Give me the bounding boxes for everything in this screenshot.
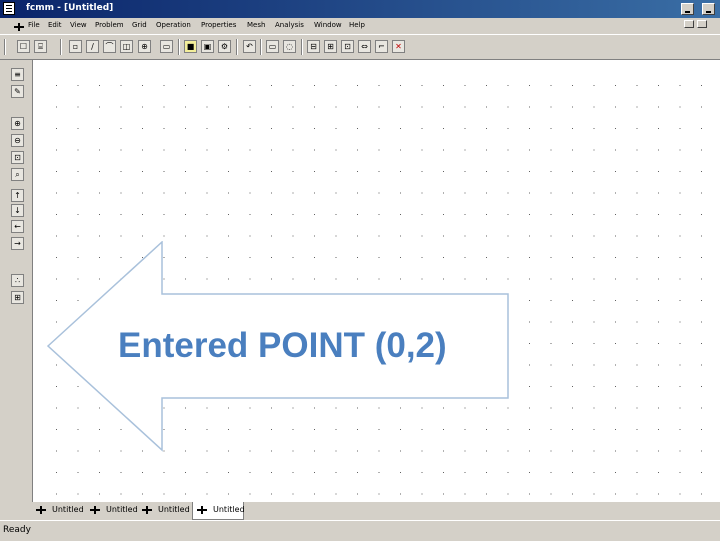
main-toolbar: ☐ ⌸ ▫ ∕ ⌒ ◫ ⊕ ▭ ■ ▣ ⚙ ↶ ▭ ◌ ⊟ ⊞ ⊡ ⇔ ⌐ ✕ xyxy=(0,34,720,60)
doc-tab-1[interactable]: Untitled xyxy=(32,502,86,518)
toolbar-button-9[interactable]: ▣ xyxy=(201,40,214,53)
mdi-restore-button[interactable] xyxy=(697,20,707,28)
toolbar-button-4[interactable]: ⌒ xyxy=(103,40,116,53)
menu-file[interactable]: File xyxy=(28,21,40,29)
tab-label: Untitled xyxy=(106,505,138,514)
window-title: fcmm - [Untitled] xyxy=(26,3,114,13)
properties-icon[interactable]: ≡ xyxy=(11,68,24,81)
toolbar-button-1[interactable]: ⌸ xyxy=(34,40,47,53)
circuit-icon: ⚙ xyxy=(220,42,229,51)
toolbar-separator xyxy=(4,39,6,55)
toolbar-button-13[interactable]: ◌ xyxy=(283,40,296,53)
zoom-window-icon[interactable]: ⌕ xyxy=(11,168,24,181)
menu-help[interactable]: Help xyxy=(349,21,365,29)
move-icon: ⊟ xyxy=(310,42,317,51)
menu-operation[interactable]: Operation xyxy=(156,21,191,29)
toolbar-button-8[interactable]: ■ xyxy=(184,40,197,53)
app-icon[interactable] xyxy=(3,2,15,15)
doc-tab-4[interactable]: Untitled xyxy=(192,502,245,520)
zoom-out-icon[interactable]: ⊖ xyxy=(11,134,24,147)
edit-icon[interactable]: ✎ xyxy=(11,85,24,98)
doc-tab-3[interactable]: Untitled xyxy=(138,502,192,518)
doc-tab-2[interactable]: Untitled xyxy=(86,502,138,518)
segment-mode-icon: ∕ xyxy=(91,42,94,51)
status-bar: Ready xyxy=(0,520,720,541)
minimize-button[interactable] xyxy=(681,3,694,15)
mirror-icon: ⇔ xyxy=(361,42,368,51)
material-icon: ■ xyxy=(186,42,195,51)
menu-view[interactable]: View xyxy=(70,21,87,29)
toolbar-separator xyxy=(260,39,262,55)
new-file-icon: ☐ xyxy=(19,42,28,51)
menu-window[interactable]: Window xyxy=(314,21,342,29)
toolbar-button-18[interactable]: ⌐ xyxy=(375,40,388,53)
toolbar-button-12[interactable]: ▭ xyxy=(266,40,279,53)
document-icon xyxy=(90,506,100,514)
tab-label: Untitled xyxy=(158,505,190,514)
group-mode-icon: ⊕ xyxy=(141,42,148,51)
undo-icon: ↶ xyxy=(246,42,253,51)
document-icon xyxy=(142,506,152,514)
title-bar: fcmm - [Untitled] xyxy=(0,0,720,18)
rectangle-icon: ▭ xyxy=(162,42,171,51)
menu-mesh[interactable]: Mesh xyxy=(247,21,265,29)
toolbar-separator xyxy=(236,39,238,55)
point-mode-icon: ▫ xyxy=(72,42,79,51)
boundary-icon: ▣ xyxy=(203,42,212,51)
toolbar-button-14[interactable]: ⊟ xyxy=(307,40,320,53)
mdi-minimize-button[interactable] xyxy=(684,20,694,28)
copy-icon: ⊞ xyxy=(327,42,334,51)
document-icon[interactable] xyxy=(14,23,24,31)
menu-problem[interactable]: Problem xyxy=(95,21,124,29)
fillet-icon: ⌐ xyxy=(378,42,385,51)
pan-right-icon[interactable]: → xyxy=(11,237,24,250)
toolbar-button-19[interactable]: ✕ xyxy=(392,40,405,53)
document-tab-bar: Untitled Untitled Untitled Untitled xyxy=(32,502,720,520)
document-icon xyxy=(36,506,46,514)
toolbar-separator xyxy=(178,39,180,55)
document-icon xyxy=(197,506,207,514)
status-text: Ready xyxy=(3,525,31,535)
tab-label: Untitled xyxy=(213,505,245,514)
annotation-text: Entered POINT (0,2) xyxy=(118,326,447,365)
arc-mode-icon: ⌒ xyxy=(105,42,114,51)
show-grid-icon[interactable]: ⊞ xyxy=(11,291,24,304)
snap-grid-icon[interactable]: ∴ xyxy=(11,274,24,287)
toolbar-separator xyxy=(60,39,62,55)
toolbar-separator xyxy=(301,39,303,55)
menu-analysis[interactable]: Analysis xyxy=(275,21,304,29)
maximize-button[interactable] xyxy=(702,3,715,15)
open-file-icon: ⌸ xyxy=(38,42,43,51)
block-label-icon: ◫ xyxy=(122,42,131,51)
zoom-in-icon[interactable]: ⊕ xyxy=(11,117,24,130)
toolbar-button-0[interactable]: ☐ xyxy=(17,40,30,53)
toolbar-button-11[interactable]: ↶ xyxy=(243,40,256,53)
menu-properties[interactable]: Properties xyxy=(201,21,236,29)
toolbar-button-2[interactable]: ▫ xyxy=(69,40,82,53)
toolbar-button-15[interactable]: ⊞ xyxy=(324,40,337,53)
pan-down-icon[interactable]: ↓ xyxy=(11,204,24,217)
toolbar-button-7[interactable]: ▭ xyxy=(160,40,173,53)
menu-grid[interactable]: Grid xyxy=(132,21,147,29)
delete-icon: ✕ xyxy=(395,42,402,51)
toolbar-button-3[interactable]: ∕ xyxy=(86,40,99,53)
menu-bar: File Edit View Problem Grid Operation Pr… xyxy=(0,18,720,34)
box-select-icon: ▭ xyxy=(268,42,277,51)
pan-left-icon[interactable]: ← xyxy=(11,220,24,233)
toolbar-button-17[interactable]: ⇔ xyxy=(358,40,371,53)
toolbar-button-16[interactable]: ⊡ xyxy=(341,40,354,53)
toolbar-button-5[interactable]: ◫ xyxy=(120,40,133,53)
menu-edit[interactable]: Edit xyxy=(48,21,62,29)
scale-icon: ⊡ xyxy=(344,42,351,51)
zoom-natural-icon[interactable]: ⊡ xyxy=(11,151,24,164)
pan-up-icon[interactable]: ↑ xyxy=(11,189,24,202)
circle-select-icon: ◌ xyxy=(286,42,293,51)
toolbar-button-10[interactable]: ⚙ xyxy=(218,40,231,53)
tab-label: Untitled xyxy=(52,505,84,514)
toolbar-button-6[interactable]: ⊕ xyxy=(138,40,151,53)
